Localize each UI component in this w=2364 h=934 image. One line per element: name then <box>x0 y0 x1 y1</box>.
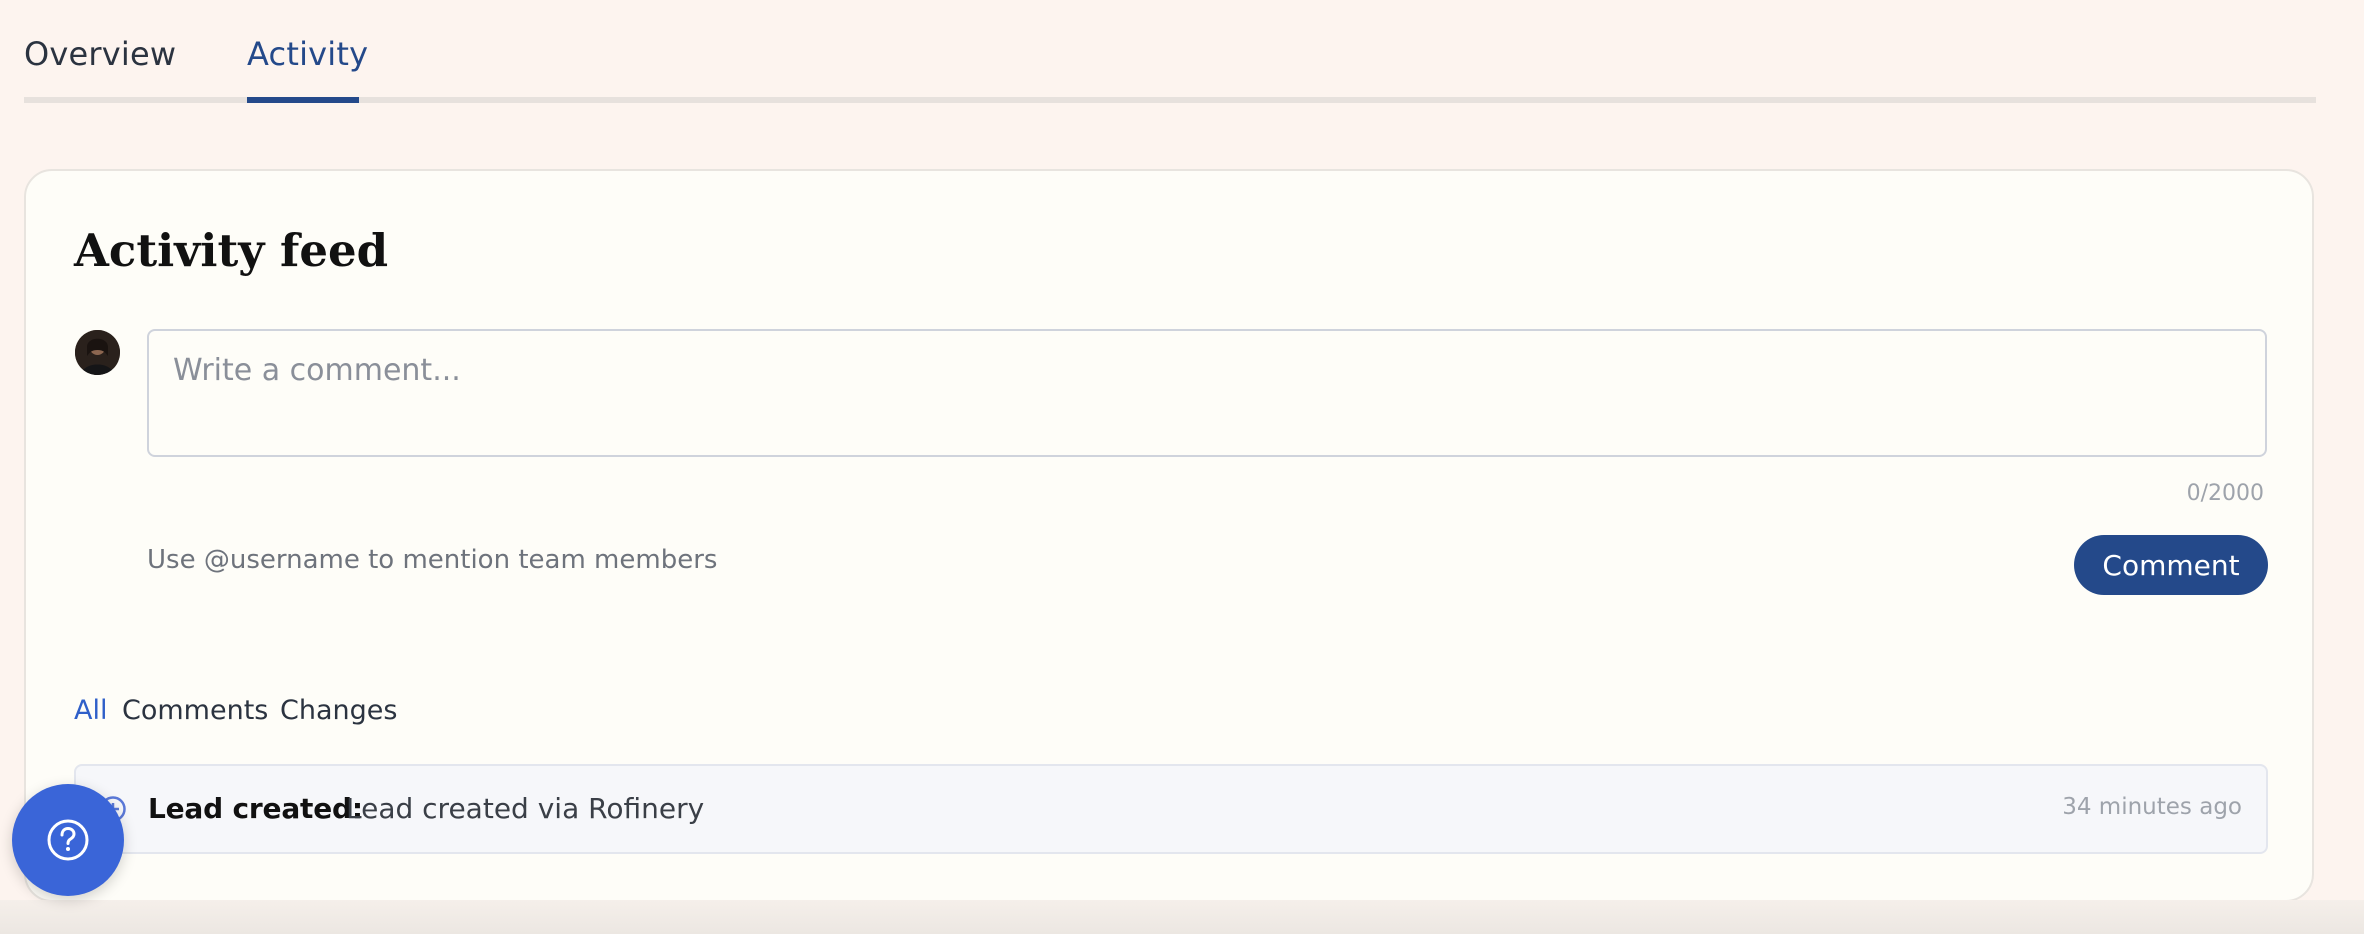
avatar-image <box>75 330 120 375</box>
activity-feed-card: Activity feed 0/2000 Use @username to me… <box>24 169 2314 902</box>
comment-input[interactable] <box>147 329 2267 457</box>
filter-all[interactable]: All <box>74 693 107 729</box>
question-circle-icon <box>47 819 89 861</box>
tab-active-indicator <box>247 97 359 103</box>
bottom-shadow <box>0 900 2364 934</box>
tab-bar: Overview Activity <box>24 0 2316 104</box>
tab-activity[interactable]: Activity <box>247 32 368 76</box>
filter-changes[interactable]: Changes <box>280 693 397 729</box>
mention-hint: Use @username to mention team members <box>147 545 718 575</box>
tab-divider <box>24 97 2316 103</box>
activity-item-text: Lead created via Rofinery <box>346 792 705 825</box>
filter-comments[interactable]: Comments <box>122 693 268 729</box>
tab-overview[interactable]: Overview <box>24 32 176 76</box>
help-button[interactable] <box>12 784 124 896</box>
activity-item: Lead created: Lead created via Rofinery … <box>74 764 2268 854</box>
activity-item-time: 34 minutes ago <box>2062 794 2242 820</box>
avatar <box>75 330 120 375</box>
comment-button[interactable]: Comment <box>2074 535 2268 595</box>
activity-item-label: Lead created: <box>148 792 363 825</box>
activity-feed-title: Activity feed <box>74 224 389 277</box>
character-count: 0/2000 <box>2186 481 2264 506</box>
